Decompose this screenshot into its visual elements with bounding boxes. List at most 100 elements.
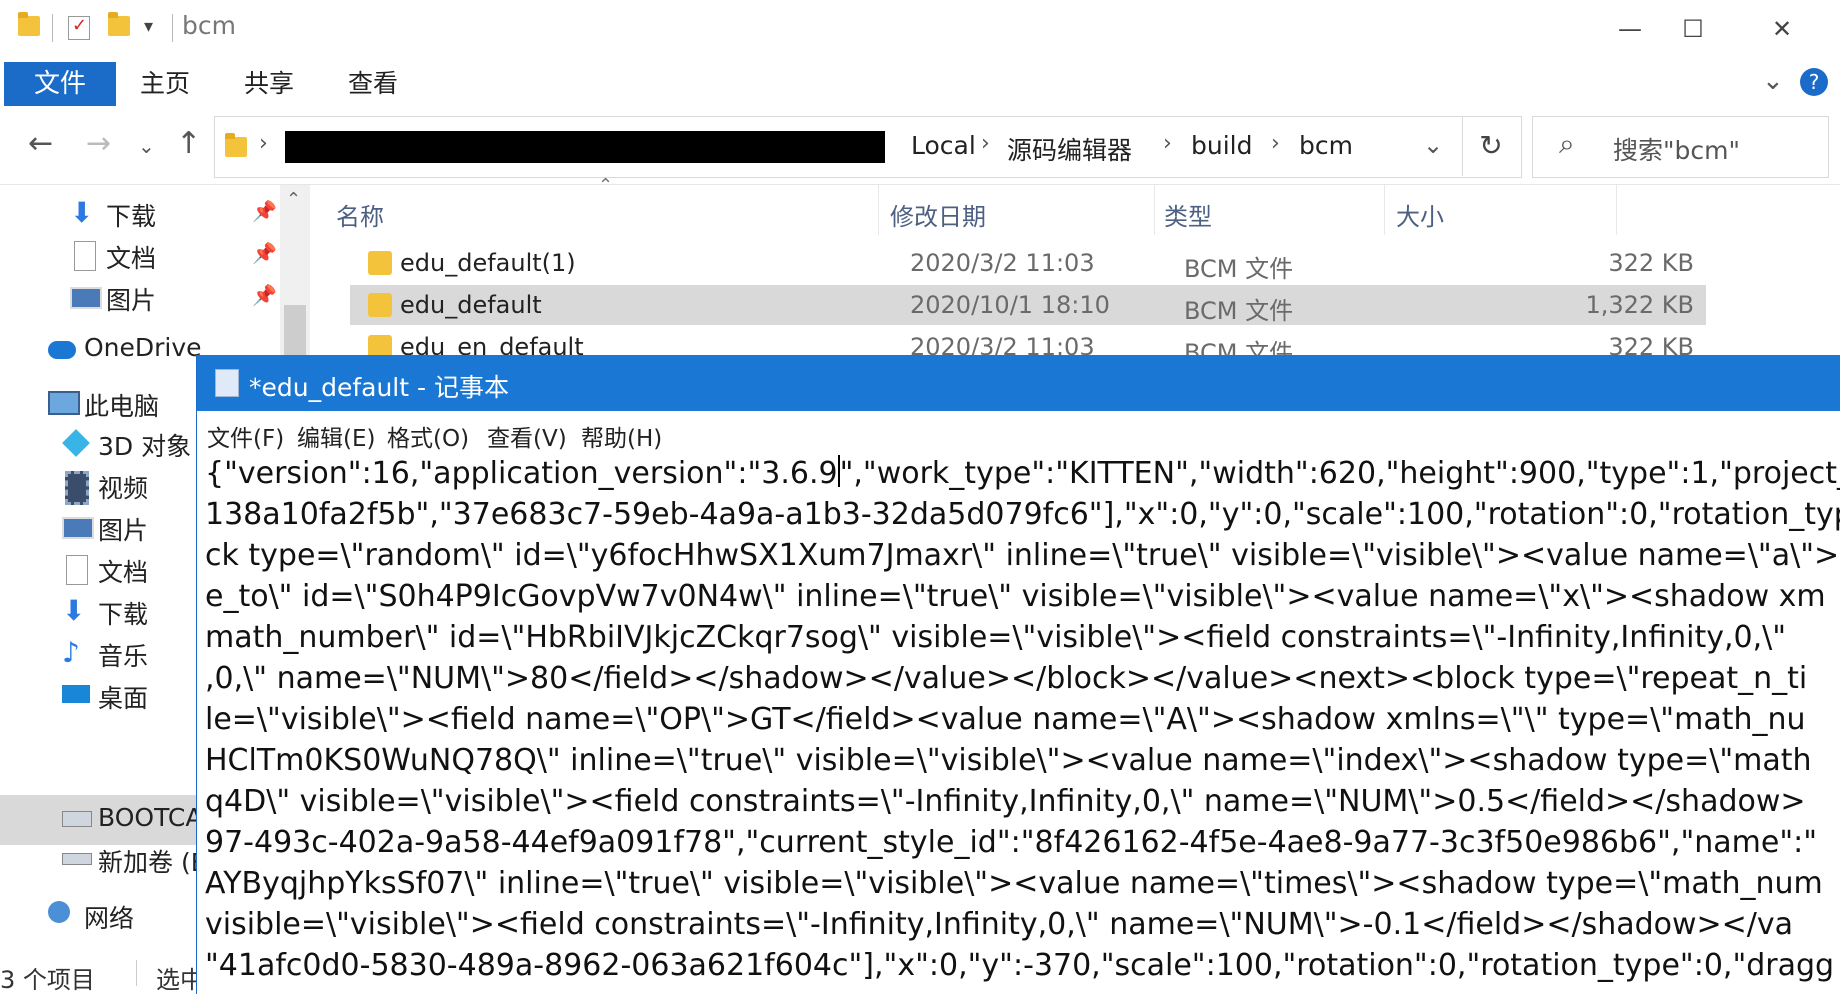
forward-icon[interactable]: → <box>86 126 111 161</box>
breadcrumb-bcm[interactable]: bcm <box>1299 131 1353 160</box>
file-name: edu_default(1) <box>400 249 576 277</box>
text-line: 97-493c-402a-9a58-44ef9a091f78","current… <box>205 825 1818 860</box>
text-line: e_to\" id=\"S0h4P9IcGovpVw7v0N4w\" inlin… <box>205 579 1826 614</box>
pin-icon[interactable]: 📌 <box>252 241 277 265</box>
menu-file[interactable]: 文件(F) <box>207 419 284 453</box>
text-line: q4D\" visible=\"visible\"><field constra… <box>205 784 1806 819</box>
document-icon <box>74 241 96 271</box>
ribbon-tab-share[interactable]: 共享 <box>244 62 294 106</box>
scroll-up-icon[interactable]: ⌃ <box>286 189 301 210</box>
chevron-right-icon[interactable]: › <box>1271 131 1280 156</box>
file-row[interactable]: edu_default(1) 2020/3/2 11:03 BCM 文件 322… <box>350 243 1706 283</box>
refresh-icon[interactable]: ↻ <box>1462 116 1519 176</box>
chevron-down-icon[interactable]: ⌄ <box>1762 66 1784 96</box>
file-list: ⌃ 名称 修改日期 类型 大小 edu_default(1) 2020/3/2 … <box>320 175 1840 367</box>
document-icon <box>66 555 88 585</box>
notepad-icon <box>215 369 239 397</box>
help-icon[interactable]: ? <box>1800 68 1828 96</box>
divider <box>172 14 173 42</box>
column-divider[interactable] <box>1154 185 1155 235</box>
column-divider[interactable] <box>878 185 879 235</box>
search-placeholder: 搜索"bcm" <box>1613 136 1740 165</box>
chevron-down-icon[interactable]: ⌄ <box>1423 131 1443 159</box>
customize-toolbar-icon[interactable]: ▾ <box>144 16 153 37</box>
menu-help[interactable]: 帮助(H) <box>581 419 662 453</box>
file-type: BCM 文件 <box>1184 297 1294 325</box>
notepad-title: *edu_default - 记事本 <box>249 373 509 402</box>
window-title: bcm <box>182 11 236 40</box>
new-folder-icon[interactable] <box>108 12 130 36</box>
column-divider[interactable] <box>1384 185 1385 235</box>
chevron-right-icon[interactable]: › <box>1163 131 1172 156</box>
column-divider[interactable] <box>1616 185 1617 235</box>
text-line: visible=\"visible\"><field constraints=\… <box>205 907 1794 942</box>
text-line: ,0,\" name=\"NUM\">80</field></shadow></… <box>205 661 1808 696</box>
notepad-window[interactable]: *edu_default - 记事本 文件(F) 编辑(E) 格式(O) 查看(… <box>196 355 1840 994</box>
notepad-menu-bar: 文件(F) 编辑(E) 格式(O) 查看(V) 帮助(H) <box>197 411 1840 453</box>
ribbon-tab-view[interactable]: 查看 <box>348 62 398 106</box>
desktop-icon <box>62 685 90 703</box>
drive-icon <box>62 853 92 865</box>
file-row-selected[interactable]: edu_default 2020/10/1 18:10 BCM 文件 1,322… <box>350 285 1706 325</box>
file-date: 2020/10/1 18:10 <box>910 291 1110 319</box>
folder-icon <box>225 133 247 157</box>
onedrive-icon <box>48 341 76 359</box>
text-line: "41afc0d0-5830-489a-8962-063a621f604c"],… <box>205 948 1835 983</box>
ribbon-tab-file[interactable]: 文件 <box>4 62 116 106</box>
column-header-size[interactable]: 大小 <box>1396 197 1444 232</box>
folder-icon[interactable] <box>18 12 40 36</box>
pictures-icon <box>62 517 94 539</box>
menu-edit[interactable]: 编辑(E) <box>297 419 375 453</box>
text-line: 138a10fa2f5b","37e683c7-59eb-4a9a-a1b3-3… <box>205 497 1840 532</box>
title-bar: ▾ bcm — ☐ ✕ <box>0 0 1840 58</box>
close-icon[interactable]: ✕ <box>1752 10 1812 48</box>
back-icon[interactable]: ← <box>28 126 53 161</box>
maximize-icon[interactable]: ☐ <box>1663 10 1723 48</box>
minimize-icon[interactable]: — <box>1600 10 1660 48</box>
music-icon: ♪ <box>62 636 80 669</box>
column-header-date[interactable]: 修改日期 <box>890 197 986 232</box>
divider <box>136 960 137 986</box>
download-icon: ⬇ <box>70 196 94 229</box>
up-icon[interactable]: ↑ <box>176 126 201 161</box>
status-item-count: 3 个项目 <box>0 966 95 994</box>
pin-icon[interactable]: 📌 <box>252 283 277 307</box>
ribbon: 文件 主页 共享 查看 ⌄ ? <box>0 58 1840 106</box>
divider <box>52 14 53 42</box>
chevron-right-icon[interactable]: › <box>259 131 268 156</box>
sort-ascending-icon: ⌃ <box>598 175 614 196</box>
chevron-right-icon[interactable]: › <box>981 131 990 156</box>
text-line: ck type=\"random\" id=\"y6focHhwSX1Xum7J… <box>205 538 1840 573</box>
menu-view[interactable]: 查看(V) <box>487 419 567 453</box>
column-header-type[interactable]: 类型 <box>1164 197 1212 232</box>
search-box[interactable]: ⌕ 搜索"bcm" <box>1532 116 1829 178</box>
network-icon <box>48 901 70 923</box>
breadcrumb-build[interactable]: build <box>1191 131 1252 160</box>
notepad-text-area[interactable]: {"version":16,"application_version":"3.6… <box>205 453 1840 994</box>
text-line: HClTm0KS0WuNQ78Q\" inline=\"true\" visib… <box>205 743 1812 778</box>
menu-format[interactable]: 格式(O) <box>387 419 469 453</box>
breadcrumb-local[interactable]: Local <box>911 131 976 160</box>
file-type: BCM 文件 <box>1184 255 1294 283</box>
download-icon: ⬇ <box>62 594 86 627</box>
text-line: {"version":16,"application_version":"3.6… <box>205 455 1840 491</box>
pictures-icon <box>70 287 102 309</box>
drive-icon <box>62 811 92 827</box>
computer-icon <box>48 391 80 415</box>
address-bar[interactable]: › Local › 源码编辑器 › build › bcm ⌄ <box>214 116 1522 178</box>
video-icon <box>65 471 89 505</box>
recent-locations-icon[interactable]: ⌄ <box>138 134 155 158</box>
ribbon-tab-home[interactable]: 主页 <box>140 62 190 106</box>
redacted-path <box>285 131 885 163</box>
column-header-name[interactable]: 名称 <box>336 197 384 232</box>
file-name: edu_default <box>400 291 542 319</box>
navigation-bar: ← → ⌄ ↑ › Local › 源码编辑器 › build › bcm ⌄ … <box>0 106 1840 185</box>
text-line: AYByqjhpYksSf07\" inline=\"true\" visibl… <box>205 866 1823 901</box>
properties-icon[interactable] <box>68 15 90 40</box>
file-size: 322 KB <box>1608 249 1694 277</box>
notepad-title-bar[interactable]: *edu_default - 记事本 <box>197 355 1840 411</box>
pin-icon[interactable]: 📌 <box>252 199 277 223</box>
text-line: math_number\" id=\"HbRbiIVJkjcZCkqr7sog\… <box>205 620 1787 655</box>
breadcrumb-editor[interactable]: 源码编辑器 <box>1007 131 1132 167</box>
3d-objects-icon <box>62 429 90 457</box>
